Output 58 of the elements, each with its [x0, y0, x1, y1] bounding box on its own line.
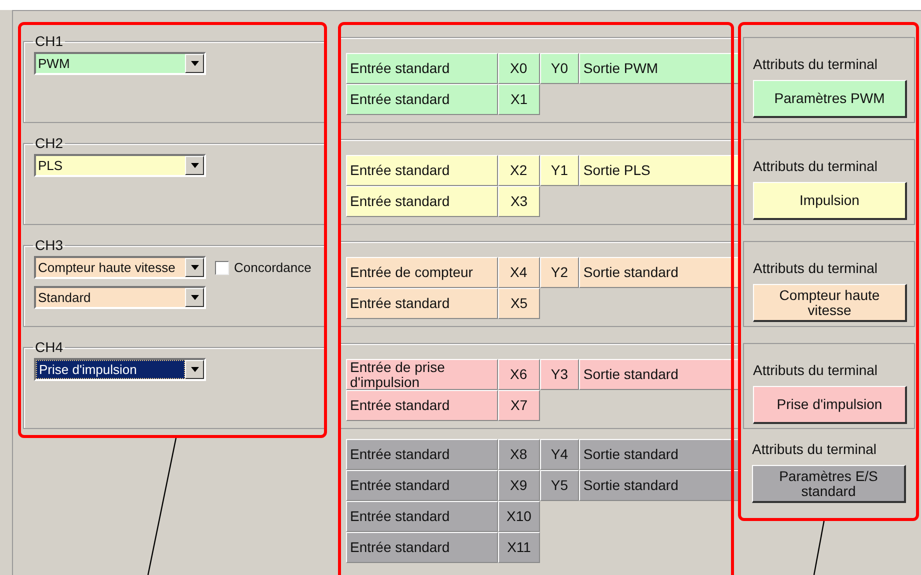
input-type-cell: Entrée standard	[346, 186, 498, 217]
input-pin-cell: X1	[498, 84, 540, 115]
leader-line	[812, 521, 826, 575]
input-pin-cell: X5	[498, 288, 540, 319]
input-pin-cell: X8	[498, 439, 540, 470]
input-pin-cell: X7	[498, 390, 540, 421]
terminal-attributes-label: Attributs du terminal	[753, 157, 878, 176]
input-type-cell: Entrée de compteur	[346, 257, 498, 288]
terminal-attributes-label: Attributs du terminal	[752, 440, 878, 459]
terminal-attributes-button[interactable]: Paramètres PWM	[753, 80, 907, 118]
input-type-cell: Entrée standard	[346, 470, 498, 501]
mode-dropdown[interactable]: Prise d'impulsion	[34, 358, 206, 381]
input-type-cell: Entrée standard	[346, 390, 498, 421]
channel-legend: CH4	[33, 337, 66, 358]
output-type-cell: Sortie standard	[579, 359, 739, 390]
output-pin-cell: Y4	[540, 439, 580, 470]
input-type-cell: Entrée standard	[346, 532, 498, 563]
output-pin-cell: Y3	[540, 359, 580, 390]
input-pin-cell: X10	[498, 501, 540, 532]
terminal-attributes-button[interactable]: Impulsion	[753, 182, 907, 220]
output-pin-cell: Y2	[540, 257, 580, 288]
output-pin-cell: Y1	[540, 155, 580, 186]
input-pin-cell: X4	[498, 257, 540, 288]
terminal-attributes-button[interactable]: Compteur haute vitesse	[753, 284, 907, 322]
mode-dropdown[interactable]: PWM	[34, 52, 206, 75]
input-pin-cell: X2	[498, 155, 540, 186]
input-type-cell: Entrée standard	[346, 155, 498, 186]
output-type-cell: Sortie PWM	[579, 53, 739, 84]
output-pin-cell: Y5	[540, 470, 580, 501]
terminal-attributes-label: Attributs du terminal	[753, 361, 878, 380]
channel-legend: CH1	[33, 31, 66, 52]
checkbox-label: Concordance	[234, 258, 312, 277]
input-pin-cell: X9	[498, 470, 540, 501]
output-pin-cell: Y0	[540, 53, 580, 84]
input-pin-cell: X3	[498, 186, 540, 217]
input-type-cell: Entrée standard	[346, 53, 498, 84]
input-pin-cell: X0	[498, 53, 540, 84]
terminal-attributes-button[interactable]: Prise d'impulsion	[753, 386, 907, 424]
input-type-cell: Entrée standard	[346, 501, 498, 532]
terminal-attributes-button[interactable]: Paramètres E/S standard	[752, 465, 906, 503]
output-type-cell: Sortie standard	[579, 439, 739, 470]
mode-dropdown[interactable]: Standard	[34, 286, 206, 309]
input-pin-cell: X11	[498, 532, 540, 563]
mode-dropdown[interactable]: PLS	[34, 154, 206, 177]
input-type-cell: Entrée standard	[346, 288, 498, 319]
input-type-cell: Entrée de prise d'impulsion	[346, 359, 498, 390]
input-pin-cell: X6	[498, 359, 540, 390]
output-type-cell: Sortie standard	[579, 470, 739, 501]
input-type-cell: Entrée standard	[346, 439, 498, 470]
channel-legend: CH2	[33, 133, 66, 154]
channel-legend: CH3	[33, 235, 66, 256]
mode-dropdown[interactable]: Compteur haute vitesse	[34, 256, 206, 279]
checkbox[interactable]	[215, 260, 229, 274]
terminal-attributes-label: Attributs du terminal	[753, 55, 878, 74]
input-type-cell: Entrée standard	[346, 84, 498, 115]
output-type-cell: Sortie standard	[579, 257, 739, 288]
terminal-attributes-label: Attributs du terminal	[753, 259, 878, 278]
output-type-cell: Sortie PLS	[579, 155, 739, 186]
